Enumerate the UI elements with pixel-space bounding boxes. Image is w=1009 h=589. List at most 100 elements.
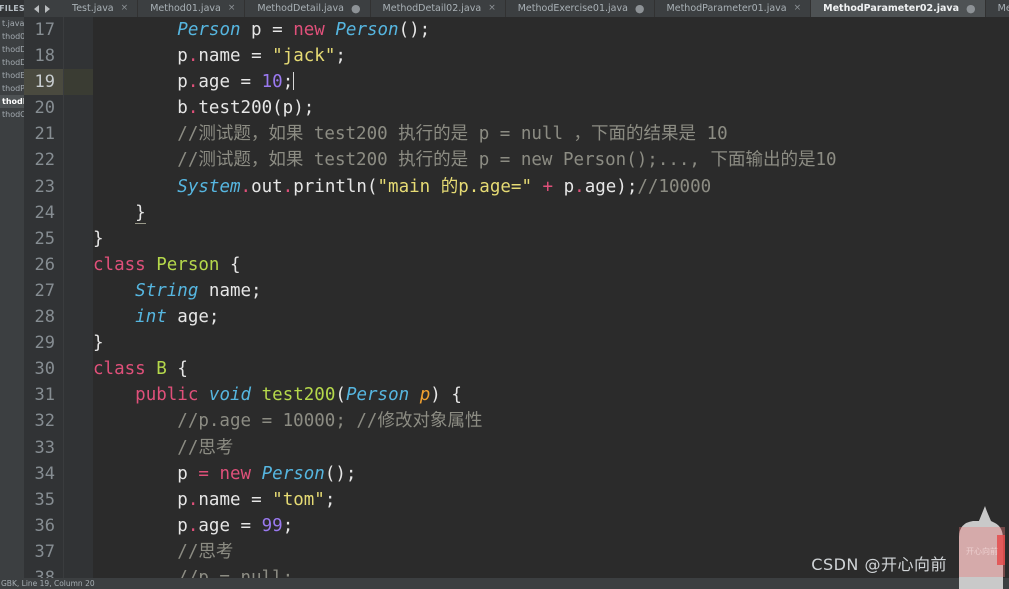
code-editor[interactable]: 17 18 19 20 21 22 23 24 25 26 27 28 29 30 31 32 33 34 35 36… (24, 17, 1009, 578)
fold-row[interactable] (64, 43, 93, 69)
fold-row[interactable] (64, 17, 93, 43)
code-line[interactable]: String name; (93, 278, 1009, 304)
code-line[interactable]: Person p = new Person(); (93, 17, 1009, 43)
gutter-row[interactable]: 34 (24, 461, 63, 487)
code-text-area[interactable]: Person p = new Person(); p.name = "jack"… (93, 17, 1009, 578)
gutter-row[interactable]: 28 (24, 304, 63, 330)
gutter-row[interactable]: 33 (24, 435, 63, 461)
code-line[interactable]: } (93, 226, 1009, 252)
sidebar-file-item[interactable]: thodP (0, 82, 24, 95)
gutter-row[interactable]: 35 (24, 487, 63, 513)
tab-modified-dot-icon[interactable]: ● (351, 3, 361, 14)
fold-row[interactable] (64, 304, 93, 330)
code-line[interactable]: b.test200(p); (93, 95, 1009, 121)
fold-row[interactable] (64, 356, 93, 382)
fold-row[interactable] (64, 330, 93, 356)
editor-tab[interactable]: MethodDetail.java ● (245, 0, 371, 17)
tab-modified-dot-icon[interactable]: ● (635, 3, 645, 14)
sidebar-file-item[interactable]: thodO (0, 108, 24, 121)
tab-close-icon[interactable]: × (228, 4, 236, 13)
code-line[interactable]: //测试题，如果 test200 执行的是 p = null ，下面的结果是 1… (93, 121, 1009, 147)
gutter-row[interactable]: 32 (24, 408, 63, 434)
fold-row[interactable] (64, 382, 93, 408)
sidebar-file-item[interactable]: t.java (0, 17, 24, 30)
sidebar-file-item[interactable]: thodD (0, 56, 24, 69)
fold-row[interactable] (64, 147, 93, 173)
tab-modified-dot-icon[interactable]: ● (966, 3, 976, 14)
code-line[interactable]: class Person { (93, 252, 1009, 278)
code-line[interactable]: //p.age = 10000; //修改对象属性 (93, 408, 1009, 434)
code-line[interactable]: p.name = "tom"; (93, 487, 1009, 513)
gutter-row[interactable]: 21 (24, 121, 63, 147)
tab-close-icon[interactable]: × (488, 4, 496, 13)
editor-tab[interactable]: Method01.java × (138, 0, 246, 17)
line-number-gutter[interactable]: 17 18 19 20 21 22 23 24 25 26 27 28 29 30 31 32 33 34 35 36… (24, 17, 63, 578)
fold-row[interactable] (64, 539, 93, 565)
gutter-row[interactable]: 30 (24, 356, 63, 382)
code-token: = (198, 463, 209, 484)
sidebar-file-item[interactable]: thod0 (0, 30, 24, 43)
line-number: 38 (34, 567, 55, 578)
gutter-row[interactable]: 23 (24, 174, 63, 200)
fold-row[interactable] (64, 408, 93, 434)
editor-tab[interactable]: MethodParameter01.java × (654, 0, 812, 17)
chevron-right-icon[interactable] (45, 4, 50, 13)
code-line[interactable]: p.name = "jack"; (93, 43, 1009, 69)
gutter-row[interactable]: 18 (24, 43, 63, 69)
gutter-row[interactable]: 27 (24, 278, 63, 304)
fold-row[interactable] (64, 435, 93, 461)
code-line[interactable]: } (93, 200, 1009, 226)
fold-row[interactable] (64, 487, 93, 513)
gutter-row[interactable]: 37 (24, 539, 63, 565)
gutter-row[interactable]: 19 (24, 69, 63, 96)
tab-close-icon[interactable]: × (121, 4, 129, 13)
line-number: 23 (34, 176, 55, 197)
code-token: age (198, 72, 241, 93)
fold-row[interactable] (64, 278, 93, 304)
fold-row[interactable] (64, 121, 93, 147)
gutter-row[interactable]: 38 (24, 565, 63, 578)
fold-row[interactable] (64, 565, 93, 578)
gutter-row[interactable]: 20 (24, 95, 63, 121)
chevron-left-icon[interactable] (34, 4, 39, 13)
files-panel-label[interactable]: FILES (0, 0, 25, 17)
sidebar-file-item[interactable]: thodE (0, 69, 24, 82)
fold-row[interactable] (64, 200, 93, 226)
gutter-row[interactable]: 29 (24, 330, 63, 356)
gutter-row[interactable]: 25 (24, 226, 63, 252)
gutter-row[interactable]: 22 (24, 147, 63, 173)
editor-tab[interactable]: MethodDetail02.java × (370, 0, 506, 17)
code-line[interactable]: int age; (93, 304, 1009, 330)
fold-row[interactable] (64, 461, 93, 487)
fold-row[interactable] (64, 95, 93, 121)
fold-row[interactable] (64, 226, 93, 252)
code-line[interactable]: } (93, 330, 1009, 356)
code-line[interactable]: class B { (93, 356, 1009, 382)
sidebar-file-item[interactable]: thodD (0, 43, 24, 56)
code-line[interactable]: p.age = 99; (93, 513, 1009, 539)
project-file-sidebar[interactable]: t.javathod0thodDthodDthodEthodPthodPthod… (0, 17, 24, 578)
code-fold-column[interactable] (63, 17, 94, 578)
tab-close-icon[interactable]: × (794, 4, 802, 13)
code-line[interactable]: //思考 (93, 435, 1009, 461)
editor-tab[interactable]: Method0 (985, 0, 1009, 17)
gutter-row[interactable]: 36 (24, 513, 63, 539)
fold-row[interactable] (64, 174, 93, 200)
code-line[interactable]: System.out.println("main 的p.age=" + p.ag… (93, 174, 1009, 200)
fold-row[interactable] (64, 252, 93, 278)
gutter-row[interactable]: 24 (24, 200, 63, 226)
editor-tab[interactable]: Test.java × (60, 0, 139, 17)
code-line[interactable]: p.age = 10; (93, 69, 1009, 95)
editor-tab[interactable]: MethodExercise01.java ● (505, 0, 655, 17)
fold-row[interactable] (64, 69, 93, 96)
fold-row[interactable] (64, 513, 93, 539)
sidebar-file-item[interactable]: thodP (0, 95, 24, 108)
code-line[interactable]: public void test200(Person p) { (93, 382, 1009, 408)
gutter-row[interactable]: 31 (24, 382, 63, 408)
code-line[interactable]: //测试题，如果 test200 执行的是 p = new Person();.… (93, 147, 1009, 173)
gutter-row[interactable]: 17 (24, 17, 63, 43)
editor-tab[interactable]: MethodParameter02.java ● (811, 0, 986, 17)
gutter-row[interactable]: 26 (24, 252, 63, 278)
code-line[interactable]: p = new Person(); (93, 461, 1009, 487)
